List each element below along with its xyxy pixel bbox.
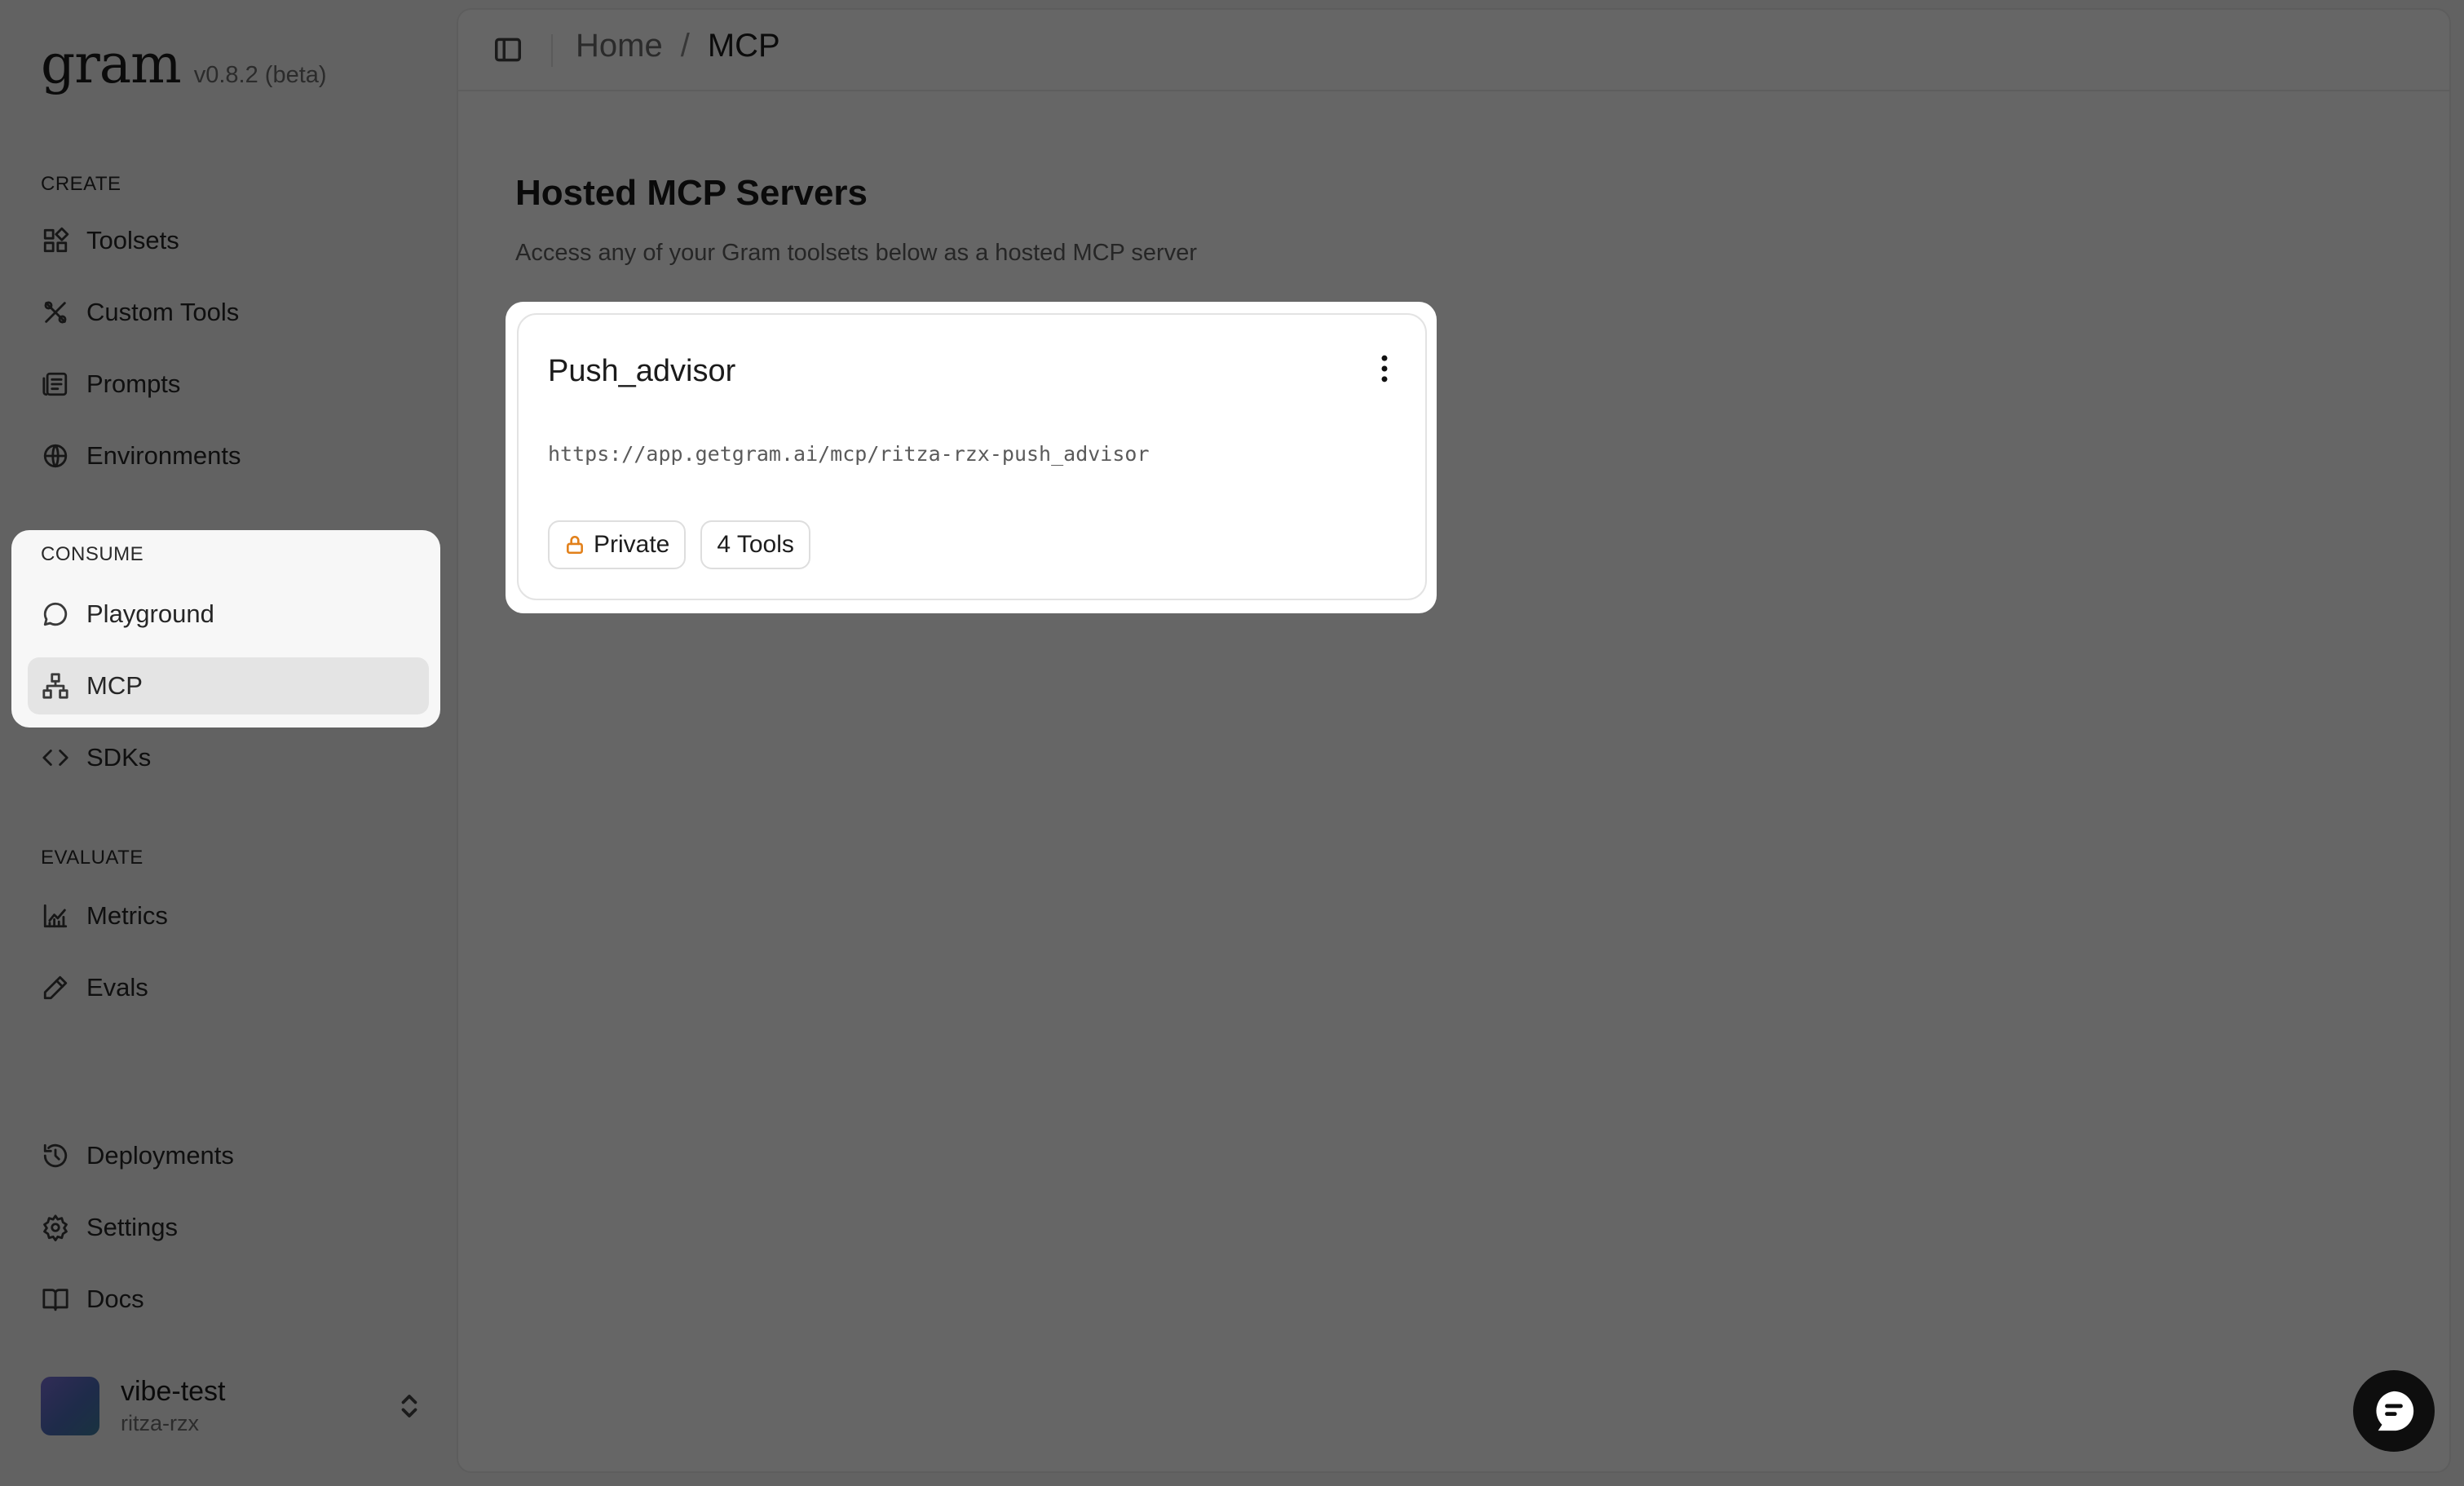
sidebar-item-prompts[interactable]: Prompts	[28, 356, 429, 413]
network-icon	[41, 671, 70, 701]
sidebar-item-metrics[interactable]: Metrics	[28, 887, 429, 944]
account-name: vibe-test	[121, 1376, 226, 1408]
brand-logo: gram	[41, 33, 181, 95]
visibility-label: Private	[594, 531, 669, 559]
brand[interactable]: gram v0.8.2 (beta)	[41, 33, 327, 95]
history-icon	[41, 1141, 70, 1170]
sidebar: gram v0.8.2 (beta) CREATE Toolsets Custo…	[0, 0, 457, 1486]
sidebar-item-label: Docs	[86, 1285, 144, 1314]
sidebar-item-label: Playground	[86, 599, 214, 629]
toolsets-icon	[41, 226, 70, 255]
account-org: ritza-rzx	[121, 1411, 226, 1436]
sidebar-item-custom-tools[interactable]: Custom Tools	[28, 284, 429, 341]
sidebar-item-environments[interactable]: Environments	[28, 427, 429, 484]
sidebar-item-toolsets[interactable]: Toolsets	[28, 212, 429, 269]
app-root: gram v0.8.2 (beta) CREATE Toolsets Custo…	[0, 0, 2464, 1486]
section-label-create: CREATE	[41, 173, 121, 196]
server-card[interactable]: Push_advisor https://app.getgram.ai/mcp/…	[517, 313, 1427, 600]
tools-count-badge[interactable]: 4 Tools	[700, 520, 810, 569]
globe-icon	[41, 441, 70, 471]
main-panel: Home / MCP Hosted MCP Servers Access any…	[457, 8, 2451, 1473]
brand-version: v0.8.2 (beta)	[194, 62, 327, 89]
tools-count-label: 4 Tools	[717, 531, 794, 559]
sidebar-item-label: Environments	[86, 441, 241, 471]
sidebar-toggle-icon[interactable]	[492, 34, 523, 65]
server-name: Push_advisor	[548, 354, 735, 389]
book-icon	[41, 1285, 70, 1314]
topbar-divider	[551, 34, 553, 67]
sidebar-item-deployments[interactable]: Deployments	[28, 1127, 429, 1184]
page-subtitle: Access any of your Gram toolsets below a…	[515, 240, 1197, 267]
sidebar-item-label: Settings	[86, 1213, 178, 1242]
section-label-consume-highlight: CONSUME	[41, 543, 144, 566]
sidebar-item-label: Prompts	[86, 369, 180, 399]
sidebar-item-label: Toolsets	[86, 226, 179, 255]
breadcrumb-separator: /	[681, 28, 690, 64]
sidebar-item-mcp-highlight[interactable]: MCP	[28, 657, 429, 714]
chat-support-button[interactable]	[2353, 1370, 2435, 1452]
breadcrumb-current: MCP	[708, 28, 780, 64]
sidebar-item-label: Metrics	[86, 901, 168, 931]
account-switcher[interactable]: vibe-test ritza-rzx	[41, 1375, 424, 1437]
sidebar-item-label: Evals	[86, 973, 148, 1002]
sidebar-item-label: SDKs	[86, 743, 151, 772]
gear-icon	[41, 1213, 70, 1242]
server-badges: Private 4 Tools	[548, 520, 810, 569]
topbar: Home / MCP	[458, 10, 2449, 91]
breadcrumb-home[interactable]: Home	[576, 28, 663, 64]
chat-bubble-icon	[41, 599, 70, 629]
chevron-up-down-icon[interactable]	[395, 1391, 424, 1421]
spotlight-server-card: Push_advisor https://app.getgram.ai/mcp/…	[506, 302, 1437, 613]
breadcrumb: Home / MCP	[576, 28, 780, 64]
avatar	[41, 1377, 99, 1435]
sidebar-item-playground-highlight[interactable]: Playground	[28, 586, 429, 643]
section-label-evaluate: EVALUATE	[41, 847, 144, 869]
visibility-badge[interactable]: Private	[548, 520, 686, 569]
page-title: Hosted MCP Servers	[515, 173, 868, 214]
chart-icon	[41, 901, 70, 931]
chat-icon	[2370, 1387, 2418, 1435]
code-icon	[41, 743, 70, 772]
sidebar-item-sdks[interactable]: SDKs	[28, 729, 429, 786]
prompts-icon	[41, 369, 70, 399]
pencil-icon	[41, 973, 70, 1002]
lock-icon	[564, 534, 585, 555]
sidebar-item-evals[interactable]: Evals	[28, 959, 429, 1016]
sidebar-item-docs[interactable]: Docs	[28, 1271, 429, 1328]
sidebar-item-label: Custom Tools	[86, 298, 239, 327]
sidebar-item-settings[interactable]: Settings	[28, 1199, 429, 1256]
sidebar-item-label: MCP	[86, 671, 143, 701]
more-vertical-icon[interactable]	[1367, 351, 1402, 387]
sidebar-item-label: Deployments	[86, 1141, 234, 1170]
custom-tools-icon	[41, 298, 70, 327]
server-url[interactable]: https://app.getgram.ai/mcp/ritza-rzx-pus…	[548, 442, 1150, 466]
